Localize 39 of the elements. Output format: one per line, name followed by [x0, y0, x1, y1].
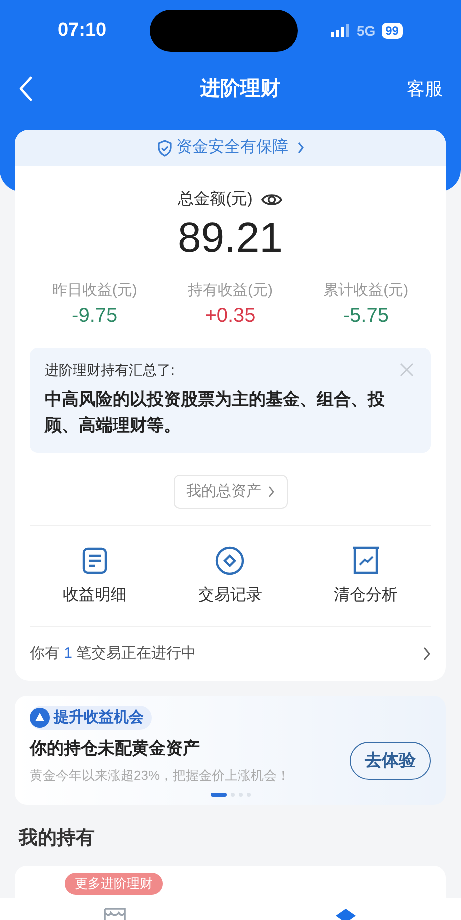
total-assets-button[interactable]: 我的总资产 — [174, 475, 288, 509]
service-button[interactable]: 客服 — [407, 76, 443, 102]
tag-text: 提升收益机会 — [54, 708, 144, 728]
shortcut-button[interactable]: 交易记录 — [162, 546, 298, 608]
network-label: 5G — [356, 22, 376, 40]
notice-text: 中高风险的以投资股票为主的基金、组合、投顾、高端理财等。 — [45, 389, 386, 437]
shortcut-button[interactable]: 清仓分析 — [298, 546, 434, 608]
page-title: 进阶理财 — [200, 77, 280, 102]
pending-text: 你有 1 笔交易正在进行中 — [30, 644, 197, 664]
section-title: 我的持有 — [19, 828, 95, 849]
stat-value: +0.35 — [205, 304, 256, 329]
close-icon[interactable] — [399, 362, 415, 378]
diamond-icon[interactable] — [334, 908, 358, 920]
total-label: 总金额(元) — [178, 190, 253, 210]
chevron-icon — [296, 142, 304, 154]
stat-value: -9.75 — [72, 304, 118, 329]
stat-value: -5.75 — [343, 304, 389, 329]
chevron-icon — [268, 486, 274, 498]
store-icon[interactable] — [103, 908, 128, 920]
stat-label: 持有收益(元) — [188, 281, 273, 301]
pending-row[interactable]: 你有 1 笔交易正在进行中 — [15, 627, 446, 681]
shortcut-button[interactable]: 收益明细 — [27, 546, 163, 608]
total-amount: 89.21 — [178, 213, 284, 263]
try-button[interactable]: 去体验 — [350, 742, 431, 780]
promo-title: 你的持仓未配黄金资产 — [30, 738, 201, 760]
back-icon[interactable] — [18, 76, 34, 102]
promo-subtitle: 黄金今年以来涨超23%，把握金价上涨机会！ — [30, 766, 290, 784]
security-banner[interactable]: 资金安全有保障 — [15, 130, 446, 166]
notice-title: 进阶理财持有汇总了: — [45, 361, 175, 380]
signal-icon — [330, 24, 351, 38]
eye-icon[interactable] — [260, 192, 283, 208]
battery-icon: 99 — [382, 23, 403, 39]
stat-label: 累计收益(元) — [324, 281, 409, 301]
status-time: 07:10 — [58, 18, 108, 43]
line-chart-icon — [351, 546, 382, 576]
stat-label: 昨日收益(元) — [52, 281, 138, 301]
shield-icon — [156, 140, 172, 156]
chevron-icon — [423, 647, 431, 661]
document-icon — [82, 546, 108, 576]
